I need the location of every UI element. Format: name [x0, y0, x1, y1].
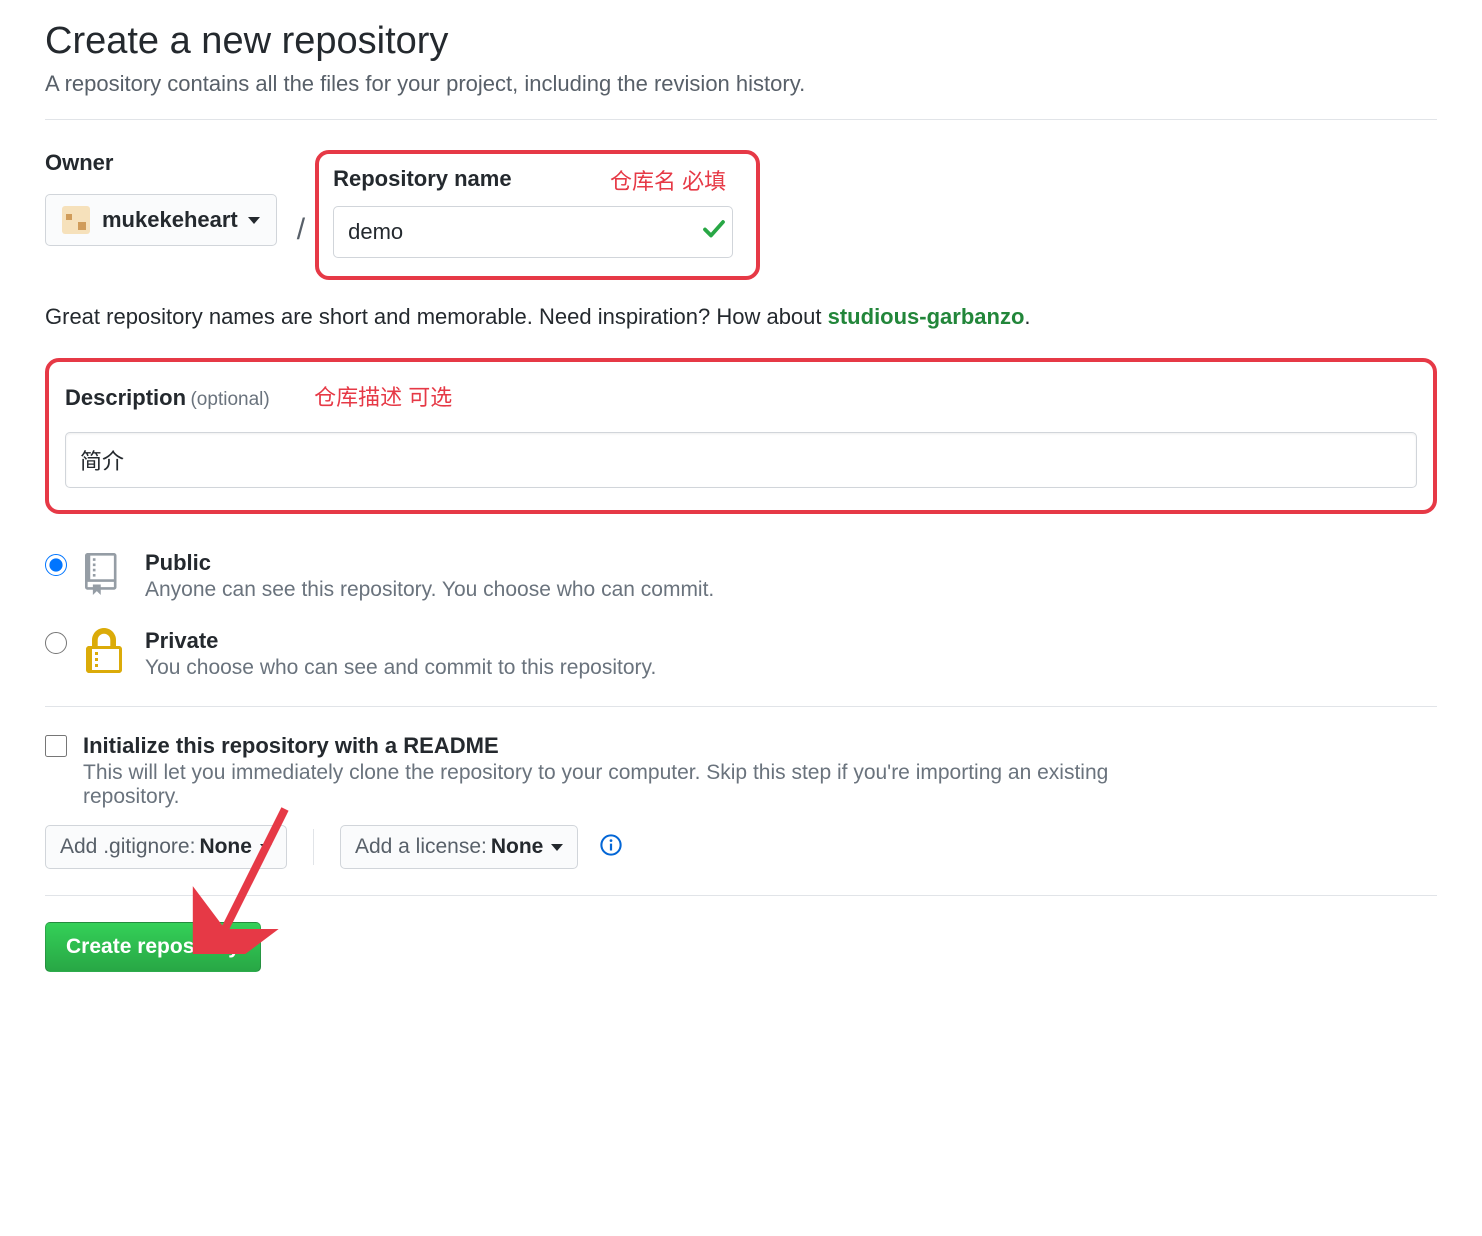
chevron-down-icon	[260, 844, 272, 851]
annotation-description: 仓库描述 可选	[314, 385, 452, 410]
visibility-public-radio[interactable]	[45, 554, 67, 576]
description-label: Description	[65, 385, 186, 410]
divider	[45, 706, 1437, 707]
check-icon	[702, 218, 726, 247]
description-optional: (optional)	[190, 389, 269, 410]
info-icon[interactable]	[600, 834, 622, 861]
private-desc: You choose who can see and commit to thi…	[145, 656, 656, 680]
public-desc: Anyone can see this repository. You choo…	[145, 578, 714, 602]
annotation-repo-name: 仓库名 必填	[610, 164, 726, 196]
gitignore-dropdown[interactable]: Add .gitignore: None	[45, 825, 287, 869]
path-separator: /	[297, 183, 305, 247]
page-subtitle: A repository contains all the files for …	[45, 71, 1437, 97]
private-title: Private	[145, 628, 656, 654]
avatar	[62, 206, 90, 234]
readme-desc: This will let you immediately clone the …	[83, 761, 1143, 809]
create-repository-button[interactable]: Create repository	[45, 922, 261, 972]
public-title: Public	[145, 550, 714, 576]
name-suggestion-link[interactable]: studious-garbanzo	[828, 304, 1025, 329]
license-dropdown[interactable]: Add a license: None	[340, 825, 578, 869]
name-hint: Great repository names are short and mem…	[45, 304, 1437, 330]
lock-icon	[85, 628, 127, 676]
chevron-down-icon	[248, 217, 260, 224]
description-input[interactable]	[65, 432, 1417, 488]
page-title: Create a new repository	[45, 20, 1437, 63]
owner-select-button[interactable]: mukekeheart	[45, 194, 277, 246]
owner-username: mukekeheart	[102, 207, 238, 233]
repo-name-input[interactable]	[333, 206, 733, 258]
chevron-down-icon	[551, 844, 563, 851]
readme-title: Initialize this repository with a README	[83, 733, 1143, 759]
visibility-private-radio[interactable]	[45, 632, 67, 654]
divider	[313, 829, 314, 865]
readme-checkbox[interactable]	[45, 735, 67, 757]
public-repo-icon	[85, 550, 127, 598]
owner-label: Owner	[45, 150, 277, 176]
